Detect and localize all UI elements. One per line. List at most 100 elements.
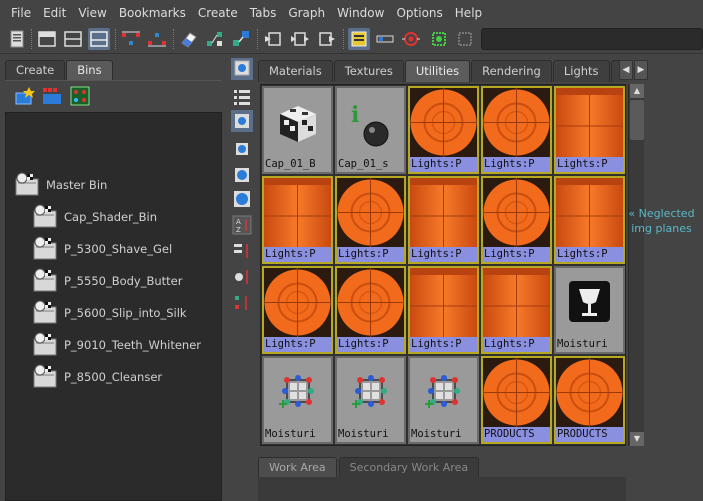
menu-options[interactable]: Options [390,0,448,26]
dim-node-icon[interactable] [454,28,476,50]
sort-time-icon[interactable] [231,266,253,288]
layout-bottom-icon[interactable] [88,28,110,50]
node-swatch[interactable]: Moisturi [335,356,406,444]
layout-split-icon[interactable] [62,28,84,50]
node-swatch[interactable]: Moisturi [408,356,479,444]
node-label: Lights:P [337,247,404,262]
orange-disc-icon [483,178,550,247]
bin-item[interactable]: P_5300_Shave_Gel [30,235,172,263]
output-connections-icon[interactable] [316,28,338,50]
tab-rendering[interactable]: Rendering [471,60,552,82]
large-icons-icon[interactable] [231,110,253,132]
graph-nodes-icon[interactable] [230,28,252,50]
scroll-up-icon[interactable]: ▲ [630,84,644,98]
sort-type-icon[interactable] [231,240,253,262]
node-swatch[interactable]: Lights:P [408,86,479,174]
node-swatch[interactable]: Lights:P [481,176,552,264]
bin-tree: Master Bin Cap_Shader_Bin P_5300_Shave_Gel… [5,112,222,501]
green-node-icon[interactable] [428,28,450,50]
tab-lights[interactable]: Lights [552,60,610,82]
graph-up-icon[interactable] [120,28,142,50]
node-swatch[interactable]: Lights:P [481,86,552,174]
tab-work-area[interactable]: Work Area [258,457,337,477]
menu-bookmarks[interactable]: Bookmarks [113,0,192,26]
node-swatch[interactable]: Moisturi [554,266,625,354]
node-swatch[interactable]: Lights:P [408,176,479,264]
eraser-icon[interactable] [178,28,200,50]
node-swatch[interactable]: PRODUCTS [481,356,552,444]
node-label: PRODUCTS [483,427,550,442]
sort-order-icon[interactable] [231,292,253,314]
grid-scrollbar[interactable]: ▲ ▼ [628,84,644,446]
tab-secondary-work-area[interactable]: Secondary Work Area [338,457,480,477]
input-connections-icon[interactable] [262,28,284,50]
node-swatch[interactable]: PRODUCTS [554,356,625,444]
bin-item[interactable]: P_5600_Slip_into_Silk [30,299,187,327]
node-swatch[interactable]: Lights:P [335,266,406,354]
node-swatch[interactable]: Lights:P [481,266,552,354]
node-label: Lights:P [410,337,477,352]
new-bin-icon[interactable] [13,85,35,107]
bin-colors-icon[interactable] [41,85,63,107]
node-label: Lights:P [556,157,623,172]
vertical-toolbar: AZ [229,58,255,318]
node-label: Moisturi [337,427,404,442]
node-swatch[interactable]: Lights:P [554,86,625,174]
menu-create[interactable]: Create [192,0,244,26]
small-sphere-icon[interactable] [231,138,253,160]
scroll-thumb[interactable] [630,100,644,140]
menu-help[interactable]: Help [449,0,488,26]
bin-item[interactable]: Cap_Shader_Bin [30,203,157,231]
node-swatch[interactable]: Lights:P [408,266,479,354]
medium-sphere-icon[interactable] [231,164,253,186]
tab-scroll-left-icon[interactable]: ◀ [619,60,633,80]
node-swatch[interactable]: Lights:P [262,266,333,354]
node-swatch[interactable]: i Cap_01_s [335,86,406,174]
scroll-down-icon[interactable]: ▼ [630,432,644,446]
sort-alpha-icon[interactable]: AZ [231,214,253,236]
red-node-icon[interactable] [400,28,422,50]
clipboard-icon[interactable] [6,28,28,50]
bin-item[interactable]: P_9010_Teeth_Whitener [30,331,201,359]
list-view-icon[interactable] [231,86,253,108]
node-display-icon[interactable] [231,58,253,80]
graph-down-icon[interactable] [146,28,168,50]
node-label: Lights:P [483,157,550,172]
tab-utilities[interactable]: Utilities [404,60,471,82]
node-label: Moisturi [410,427,477,442]
bin-label: Cap_Shader_Bin [64,210,157,224]
menu-file[interactable]: File [5,0,37,26]
rearrange-graph-icon[interactable] [204,28,226,50]
tab-bins[interactable]: Bins [66,60,113,80]
node-swatch[interactable]: Lights:P [262,176,333,264]
layout-top-icon[interactable] [36,28,58,50]
node-swatch[interactable]: Cap_01_B [262,86,333,174]
tab-scroll-right-icon[interactable]: ▶ [634,60,648,80]
menu-graph[interactable]: Graph [282,0,331,26]
menu-view[interactable]: View [72,0,112,26]
menu-window[interactable]: Window [331,0,390,26]
tab-create[interactable]: Create [5,60,66,80]
bin-item[interactable]: P_8500_Cleanser [30,363,162,391]
search-field[interactable] [481,28,703,50]
node-label: Lights:P [264,337,331,352]
menu-tabs[interactable]: Tabs [244,0,283,26]
node-swatch[interactable]: Moisturi [262,356,333,444]
node-swatch[interactable]: Lights:P [335,176,406,264]
node-swatch[interactable]: Lights:P [554,176,625,264]
place3d-node-icon [410,358,477,427]
bin-item[interactable]: P_5550_Body_Butter [30,267,182,295]
hide-attributes-icon[interactable] [374,28,396,50]
bin-toolbar [5,80,222,110]
tab-textures[interactable]: Textures [333,60,404,82]
bin-icon [33,300,57,324]
menu-edit[interactable]: Edit [37,0,72,26]
bin-select-icon[interactable] [69,85,91,107]
input-output-icon[interactable] [289,28,311,50]
neglected-image-planes-link[interactable]: « Neglected img planes [620,206,703,236]
big-sphere-icon[interactable] [231,188,253,210]
bin-root[interactable]: Master Bin [12,171,107,199]
orange-cylinder-icon [556,178,623,247]
tab-materials[interactable]: Materials [258,60,333,82]
attribute-list-icon[interactable] [348,28,370,50]
